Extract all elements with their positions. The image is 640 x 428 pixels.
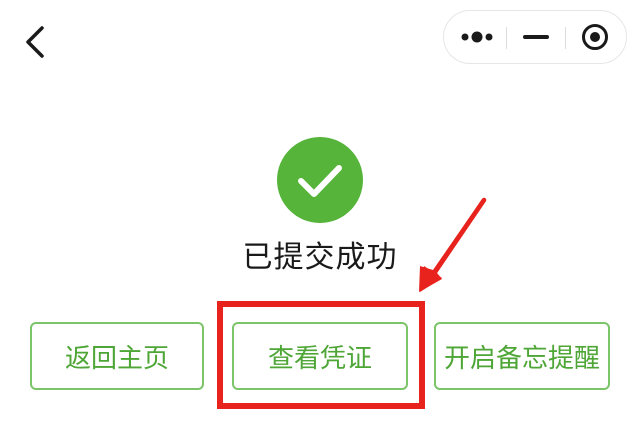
target-close-icon (582, 24, 608, 50)
miniprogram-capsule (443, 10, 627, 64)
more-dots-icon (461, 31, 493, 43)
status-title: 已提交成功 (242, 240, 398, 275)
view-voucher-button[interactable]: 查看凭证 (232, 322, 408, 390)
submit-success-page: 已提交成功 返回主页 查看凭证 开启备忘提醒 (0, 0, 640, 428)
more-button[interactable] (444, 11, 506, 63)
check-circle-icon (277, 137, 363, 223)
chevron-left-icon (26, 26, 44, 58)
minimize-icon (523, 35, 549, 39)
return-home-button[interactable]: 返回主页 (30, 322, 204, 390)
minimize-button[interactable] (507, 11, 565, 63)
close-button[interactable] (566, 11, 626, 63)
back-button[interactable] (16, 22, 56, 62)
enable-reminder-button[interactable]: 开启备忘提醒 (434, 322, 610, 390)
